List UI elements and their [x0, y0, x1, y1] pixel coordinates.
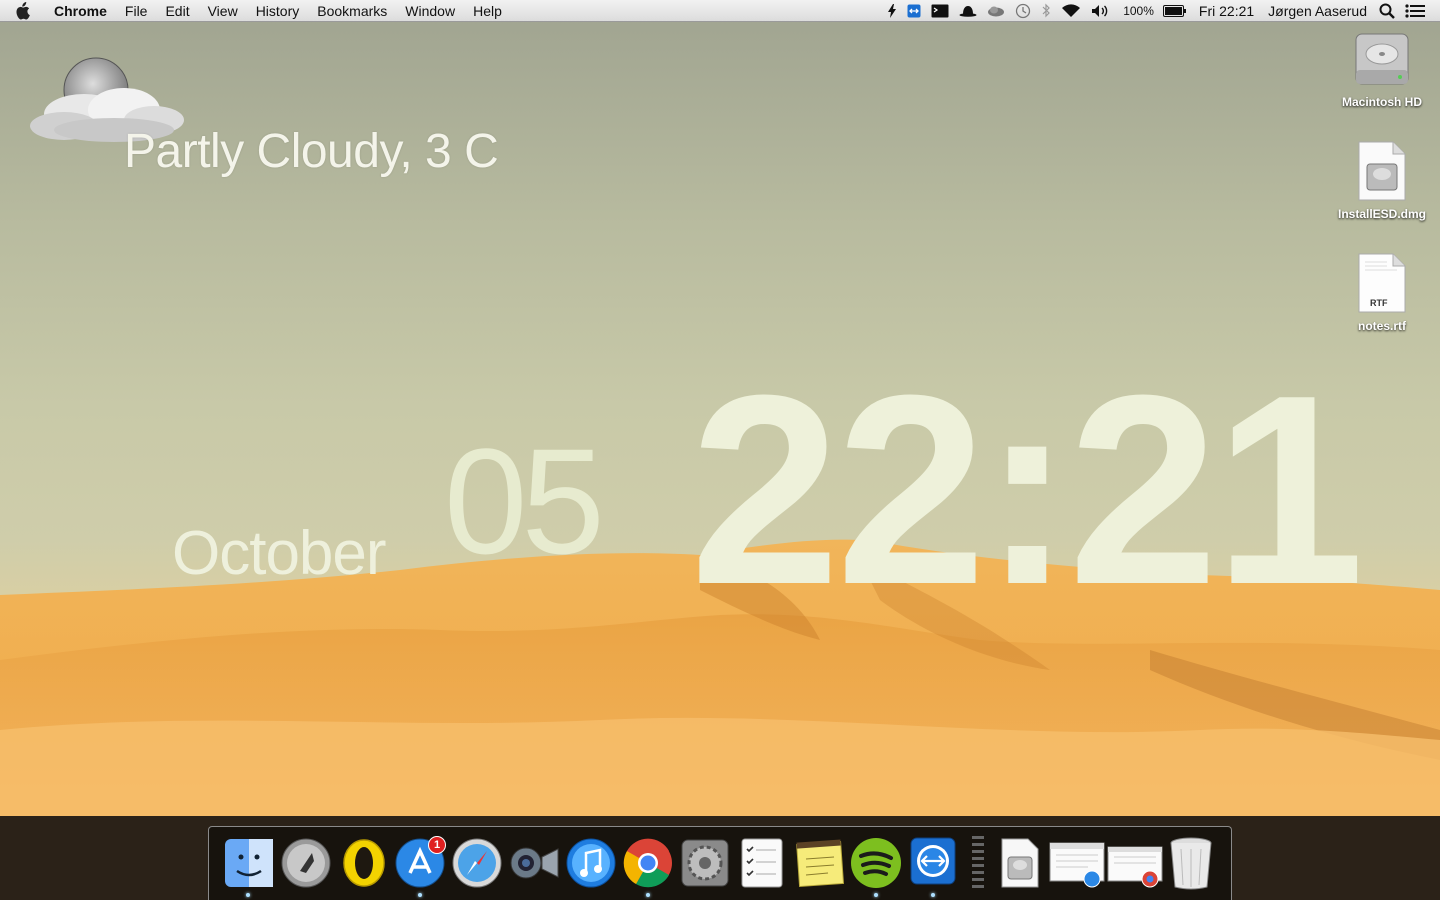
minimized-window-chrome-icon[interactable]: [1106, 834, 1164, 892]
apple-menu-icon[interactable]: [0, 0, 44, 22]
hat-menu-icon[interactable]: [959, 0, 977, 22]
desktop-icon-notes-rtf[interactable]: notes.rtf: [1332, 250, 1432, 333]
reminders-icon[interactable]: [734, 834, 790, 892]
opera-icon[interactable]: [336, 834, 392, 892]
desktop-icon-label: Macintosh HD: [1341, 95, 1422, 109]
spotify-icon[interactable]: [848, 834, 904, 892]
menu-bookmarks[interactable]: Bookmarks: [308, 0, 396, 22]
teamviewer-menu-icon[interactable]: [907, 0, 921, 22]
spotlight-search-icon[interactable]: [1379, 0, 1395, 22]
hard-drive-icon: [1355, 33, 1409, 85]
desktop-icon-label: InstallESD.dmg: [1337, 207, 1426, 221]
menu-view[interactable]: View: [199, 0, 247, 22]
weather-condition: Partly Cloudy, 3 C: [124, 125, 499, 178]
desktop-icon-installesd[interactable]: InstallESD.dmg: [1332, 138, 1432, 221]
app-store-running-indicator: [418, 893, 422, 897]
user-name[interactable]: Jørgen Aaserud: [1268, 3, 1367, 19]
notification-center-icon[interactable]: [1405, 0, 1425, 22]
menu-file[interactable]: File: [116, 0, 157, 22]
desktop-clock: 22:21: [690, 340, 1365, 641]
finder-running-indicator: [246, 893, 250, 897]
time-machine-icon[interactable]: [1015, 0, 1031, 22]
menu-help[interactable]: Help: [464, 0, 511, 22]
terminal-menu-icon[interactable]: [931, 0, 949, 22]
menu-window[interactable]: Window: [396, 0, 464, 22]
system-preferences-icon[interactable]: [677, 834, 733, 892]
minimized-window-appstore-icon[interactable]: [1048, 834, 1106, 892]
spotify-running-indicator: [874, 893, 878, 897]
rtf-file-type-label: RTF: [1370, 298, 1388, 308]
dock-separator: [972, 836, 984, 892]
menubar-clock[interactable]: Fri 22:21: [1199, 3, 1254, 19]
chrome-icon[interactable]: [620, 834, 676, 892]
bluetooth-icon[interactable]: [1041, 0, 1051, 22]
safari-icon[interactable]: [449, 834, 505, 892]
menu-edit[interactable]: Edit: [156, 0, 198, 22]
menu-bar: Chrome File Edit View History Bookmarks …: [0, 0, 1440, 22]
battery-icon[interactable]: [1162, 0, 1187, 22]
facetime-icon[interactable]: [506, 834, 562, 892]
chrome-running-indicator: [646, 893, 650, 897]
launchpad-icon[interactable]: [278, 834, 334, 892]
date-day: 05: [444, 417, 605, 585]
itunes-icon[interactable]: [563, 834, 619, 892]
teamviewer-running-indicator: [931, 893, 935, 897]
desktop-icon-macintosh-hd[interactable]: Macintosh HD: [1332, 30, 1432, 109]
downloads-stack-icon[interactable]: [992, 834, 1048, 892]
finder-icon[interactable]: [221, 834, 277, 892]
trash-icon[interactable]: [1163, 834, 1219, 892]
menu-history[interactable]: History: [247, 0, 309, 22]
volume-icon[interactable]: [1091, 0, 1111, 22]
power-bolt-icon[interactable]: [887, 0, 897, 22]
stickies-icon[interactable]: [792, 834, 848, 892]
disk-image-icon: [1358, 141, 1406, 201]
battery-percent[interactable]: 100%: [1123, 4, 1154, 18]
teamviewer-icon[interactable]: [905, 834, 961, 892]
menu-app-name[interactable]: Chrome: [44, 0, 116, 22]
desktop-icon-label: notes.rtf: [1358, 319, 1406, 333]
wifi-icon[interactable]: [1061, 0, 1081, 22]
date-month: October: [172, 519, 387, 588]
cloud-weather-menu-icon[interactable]: [987, 0, 1005, 22]
app-store-update-badge: 1: [428, 836, 446, 854]
